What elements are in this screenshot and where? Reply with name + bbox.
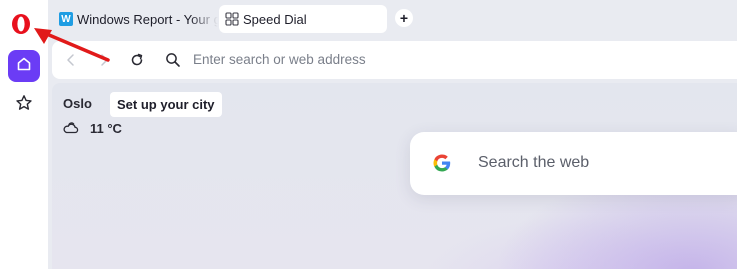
star-icon: [15, 94, 33, 117]
weather-widget[interactable]: 11 °C: [62, 120, 122, 136]
tab-speed-dial[interactable]: Speed Dial: [219, 5, 387, 33]
cloud-icon: [63, 122, 79, 134]
new-tab-button[interactable]: +: [395, 9, 413, 27]
tab-strip: W Windows Report - Your go Speed Dial +: [48, 0, 737, 40]
speed-dial-page: Oslo Set up your city 11 °C Search the w…: [52, 83, 737, 269]
speed-dial-icon: [225, 12, 239, 26]
setup-city-tooltip[interactable]: Set up your city: [110, 92, 222, 117]
search-icon: [165, 52, 181, 68]
reload-icon[interactable]: [129, 52, 145, 68]
weather-temperature: 11 °C: [90, 120, 122, 136]
tab-label: Speed Dial: [243, 11, 307, 27]
address-bar: Enter search or web address: [52, 41, 737, 79]
red-arrow: [34, 28, 110, 62]
weather-city[interactable]: Oslo: [63, 96, 92, 111]
opera-logo-icon[interactable]: [10, 12, 32, 36]
bookmarks-button[interactable]: [8, 89, 40, 121]
address-input[interactable]: Enter search or web address: [193, 51, 613, 69]
search-input[interactable]: Search the web: [478, 154, 589, 172]
google-icon: [432, 153, 452, 173]
search-box[interactable]: Search the web: [410, 132, 737, 195]
